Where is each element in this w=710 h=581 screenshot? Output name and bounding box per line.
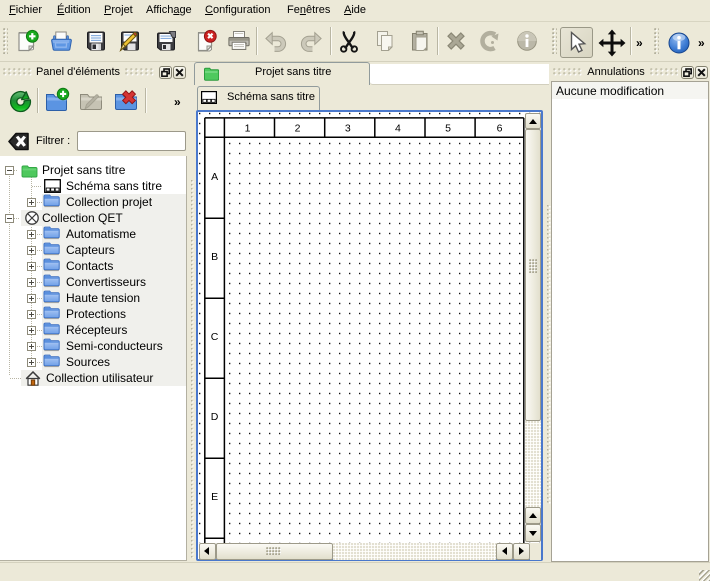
- svg-text:3: 3: [345, 122, 351, 134]
- svg-text:2: 2: [295, 122, 301, 134]
- svg-text:B: B: [211, 251, 218, 263]
- svg-text:A: A: [211, 171, 218, 183]
- svg-text:6: 6: [497, 122, 503, 134]
- svg-text:C: C: [211, 331, 219, 343]
- svg-text:5: 5: [445, 122, 451, 134]
- svg-text:1: 1: [245, 122, 251, 134]
- svg-text:4: 4: [395, 122, 401, 134]
- svg-text:D: D: [211, 411, 219, 423]
- svg-text:E: E: [211, 491, 218, 503]
